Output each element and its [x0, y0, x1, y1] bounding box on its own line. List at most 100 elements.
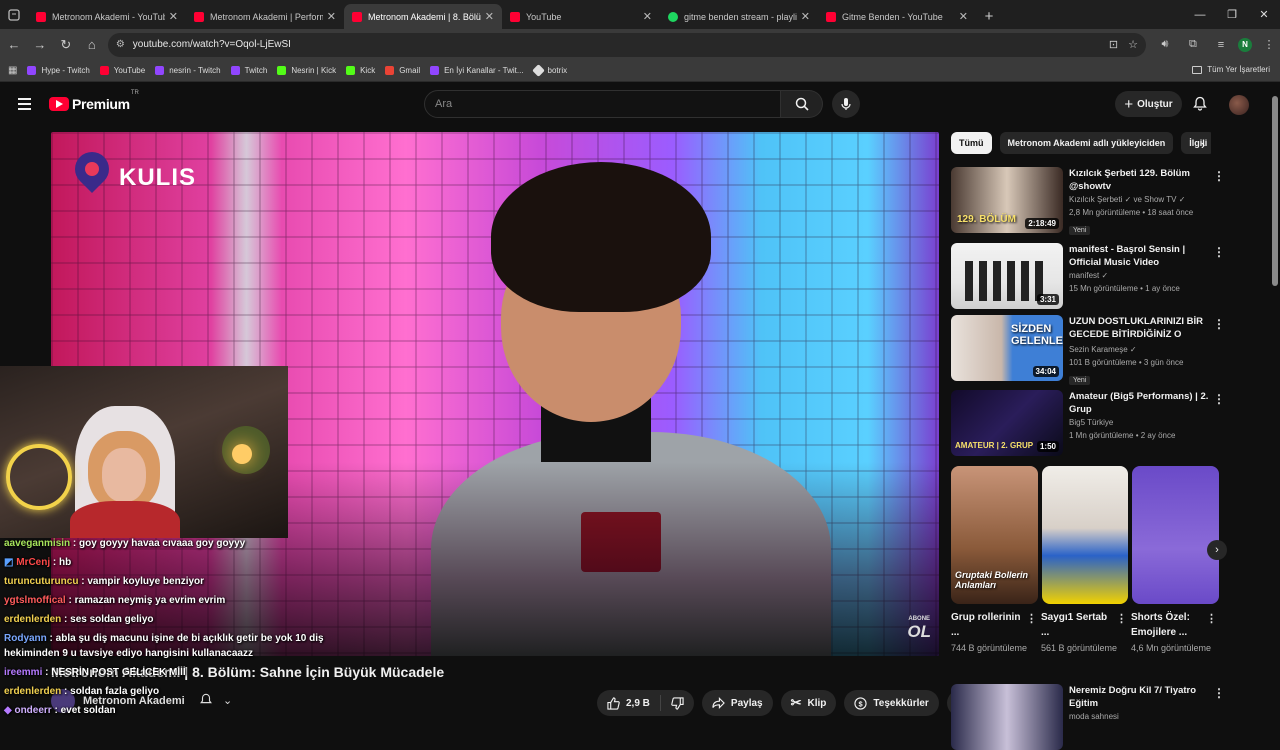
create-button[interactable]: + Oluştur — [1115, 91, 1182, 117]
browser-tab[interactable]: Metronom Akademi | Performans ✕ — [186, 4, 344, 29]
back-icon[interactable]: ← — [2, 33, 26, 57]
minimize-icon[interactable]: — — [1184, 0, 1216, 29]
new-tab-icon[interactable]: + — [976, 4, 1002, 29]
user-avatar[interactable] — [1229, 95, 1249, 115]
install-app-icon[interactable]: ⊡ — [1109, 38, 1118, 51]
bookmark-item[interactable]: Hype - Twitch — [27, 66, 90, 75]
video-thumbnail[interactable]: 129. BÖLÜM 2:18:49 — [951, 167, 1063, 233]
rec-title[interactable]: manifest - Başrol Sensin | Official Musi… — [1069, 243, 1209, 269]
chevron-right-icon[interactable]: › — [1207, 540, 1227, 560]
thanks-heart-icon: $ — [854, 696, 868, 710]
chip-all[interactable]: Tümü — [951, 132, 992, 154]
rec-channel[interactable]: Sezin Karameşe ✓ — [1069, 343, 1209, 356]
chip-from-uploader[interactable]: Metronom Akademi adlı yükleyiciden — [999, 132, 1174, 154]
media-queue-icon[interactable]: ≡ — [1210, 34, 1232, 56]
reload-icon[interactable]: ↻ — [54, 33, 78, 57]
omnibox[interactable]: ⚙ youtube.com/watch?v=Oqol-LjEwSI ⊡ ☆ — [107, 32, 1146, 57]
window-close-icon[interactable]: ✕ — [1248, 0, 1280, 29]
more-vert-icon[interactable]: ⋮ — [1213, 169, 1225, 183]
bookmark-item[interactable]: Gmail — [385, 66, 420, 75]
short-thumbnail[interactable] — [1041, 466, 1129, 604]
more-vert-icon[interactable]: ⋮ — [1116, 612, 1127, 625]
bookmark-item[interactable]: nesrin - Twitch — [155, 66, 221, 75]
all-bookmarks[interactable]: Tüm Yer İşaretleri — [1192, 65, 1270, 74]
location-pin-icon — [73, 152, 111, 204]
forward-icon[interactable]: → — [28, 33, 52, 57]
create-label: Oluştur — [1137, 98, 1173, 110]
close-icon[interactable]: ✕ — [959, 10, 968, 23]
home-icon[interactable]: ⌂ — [80, 33, 104, 57]
more-vert-icon[interactable]: ⋮ — [1206, 612, 1217, 625]
bookmark-item[interactable]: En İyi Kanallar - Twit... — [430, 66, 524, 75]
maximize-icon[interactable]: ❐ — [1216, 0, 1248, 29]
like-button[interactable]: 2,9 B — [597, 695, 661, 711]
workspace-icon[interactable] — [0, 0, 28, 29]
recommended-video[interactable]: SİZDEN GELENLER 34:04 UZUN DOSTLUKLARINI… — [951, 315, 1251, 387]
search-input[interactable]: Ara — [424, 90, 781, 118]
chevron-right-icon[interactable]: › — [1195, 136, 1211, 152]
bookmark-label: Gmail — [399, 66, 421, 75]
youtube-logo[interactable]: Premium TR — [49, 90, 139, 112]
bookmark-item[interactable]: Kick — [346, 66, 375, 75]
browser-tab-active[interactable]: Metronom Akademi | 8. Bölüm ✕ — [344, 4, 502, 29]
short-info: Grup rollerinin ... 744 B görüntüleme ⋮ — [951, 610, 1039, 655]
bookmark-item[interactable]: Twitch — [230, 66, 267, 75]
page-scrollbar[interactable] — [1272, 86, 1278, 720]
rec-channel[interactable]: Big5 Türkiye — [1069, 416, 1209, 429]
notifications-button[interactable] — [1190, 94, 1210, 114]
scrollbar-thumb[interactable] — [1272, 96, 1278, 286]
recommended-video[interactable]: AMATEUR | 2. GRUP 1:50 Amateur (Big5 Per… — [951, 390, 1251, 456]
more-vert-icon[interactable]: ⋮ — [1213, 392, 1225, 406]
browser-tab[interactable]: YouTube ✕ — [502, 4, 660, 29]
audio-icon[interactable]: 🔊︎ — [1154, 34, 1176, 56]
thanks-button[interactable]: $ Teşekkürler — [844, 690, 939, 716]
close-icon[interactable]: ✕ — [643, 10, 652, 23]
rec-title[interactable]: Kızılcık Şerbeti 129. Bölüm @showtv — [1069, 167, 1209, 193]
recommended-video[interactable]: 129. BÖLÜM 2:18:49 Kızılcık Şerbeti 129.… — [951, 167, 1251, 237]
close-icon[interactable]: ✕ — [327, 10, 336, 23]
video-thumbnail[interactable]: 3:31 — [951, 243, 1063, 309]
apps-grid-icon[interactable]: ▦ — [8, 65, 17, 76]
short-title[interactable]: Saygı1 Sertab ... — [1041, 610, 1111, 640]
rec-title[interactable]: Amateur (Big5 Performans) | 2. Grup — [1069, 390, 1209, 416]
bookmark-star-icon[interactable]: ☆ — [1128, 38, 1138, 51]
video-thumbnail[interactable]: SİZDEN GELENLER 34:04 — [951, 315, 1063, 381]
video-thumbnail[interactable] — [951, 684, 1063, 750]
search-button[interactable] — [781, 90, 823, 118]
browser-tab[interactable]: gitme benden stream - playlist ✕ — [660, 4, 818, 29]
bookmark-item[interactable]: botrix — [531, 64, 567, 77]
short-thumbnail[interactable]: Gruptaki Bollerin Anlamları — [951, 466, 1038, 604]
clip-button[interactable]: ✂ Klip — [780, 690, 837, 716]
browser-tab[interactable]: Metronom Akademi - YouTube ✕ — [28, 4, 186, 29]
url-text[interactable]: youtube.com/watch?v=Oqol-LjEwSI — [133, 39, 1099, 50]
rec-title[interactable]: Neremiz Doğru Kil 7/ Tiyatro Eğitim — [1069, 684, 1209, 710]
recommended-video[interactable]: Neremiz Doğru Kil 7/ Tiyatro Eğitim moda… — [951, 684, 1251, 750]
short-thumbnail[interactable] — [1132, 466, 1220, 604]
close-icon[interactable]: ✕ — [485, 10, 494, 23]
rec-channel[interactable]: Kızılcık Şerbeti ✓ ve Show TV ✓ — [1069, 193, 1209, 206]
browser-tab[interactable]: Gitme Benden - YouTube ✕ — [818, 4, 976, 29]
close-icon[interactable]: ✕ — [169, 10, 178, 23]
site-info-icon[interactable]: ⚙ — [116, 39, 125, 50]
more-vert-icon[interactable]: ⋮ — [1026, 612, 1037, 625]
recommended-video[interactable]: 3:31 manifest - Başrol Sensin | Official… — [951, 243, 1251, 309]
short-title[interactable]: Shorts Özel: Emojilere ... — [1131, 610, 1201, 640]
more-vert-icon[interactable]: ⋮ — [1213, 686, 1225, 700]
menu-icon[interactable] — [11, 91, 37, 117]
video-thumbnail[interactable]: AMATEUR | 2. GRUP 1:50 — [951, 390, 1063, 456]
more-vert-icon[interactable]: ⋮ — [1213, 245, 1225, 259]
bookmark-item[interactable]: YouTube — [99, 66, 145, 75]
profile-avatar[interactable]: N — [1237, 37, 1252, 52]
close-icon[interactable]: ✕ — [801, 10, 810, 23]
dislike-button[interactable] — [661, 696, 694, 710]
more-vert-icon[interactable]: ⋮ — [1213, 317, 1225, 331]
rec-channel[interactable]: moda sahnesi — [1069, 710, 1209, 723]
bookmark-item[interactable]: Nesrin | Kick — [277, 66, 336, 75]
share-button[interactable]: Paylaş — [701, 690, 773, 716]
short-title[interactable]: Grup rollerinin ... — [951, 610, 1021, 640]
chrome-menu-icon[interactable]: ⋮ — [1258, 34, 1280, 56]
voice-search-button[interactable] — [832, 90, 860, 118]
rec-channel[interactable]: manifest ✓ — [1069, 269, 1209, 282]
rec-title[interactable]: UZUN DOSTLUKLARINIZI BİR GECEDE BİTİRDİĞ… — [1069, 315, 1209, 343]
extensions-icon[interactable]: ⧉ — [1182, 34, 1204, 56]
